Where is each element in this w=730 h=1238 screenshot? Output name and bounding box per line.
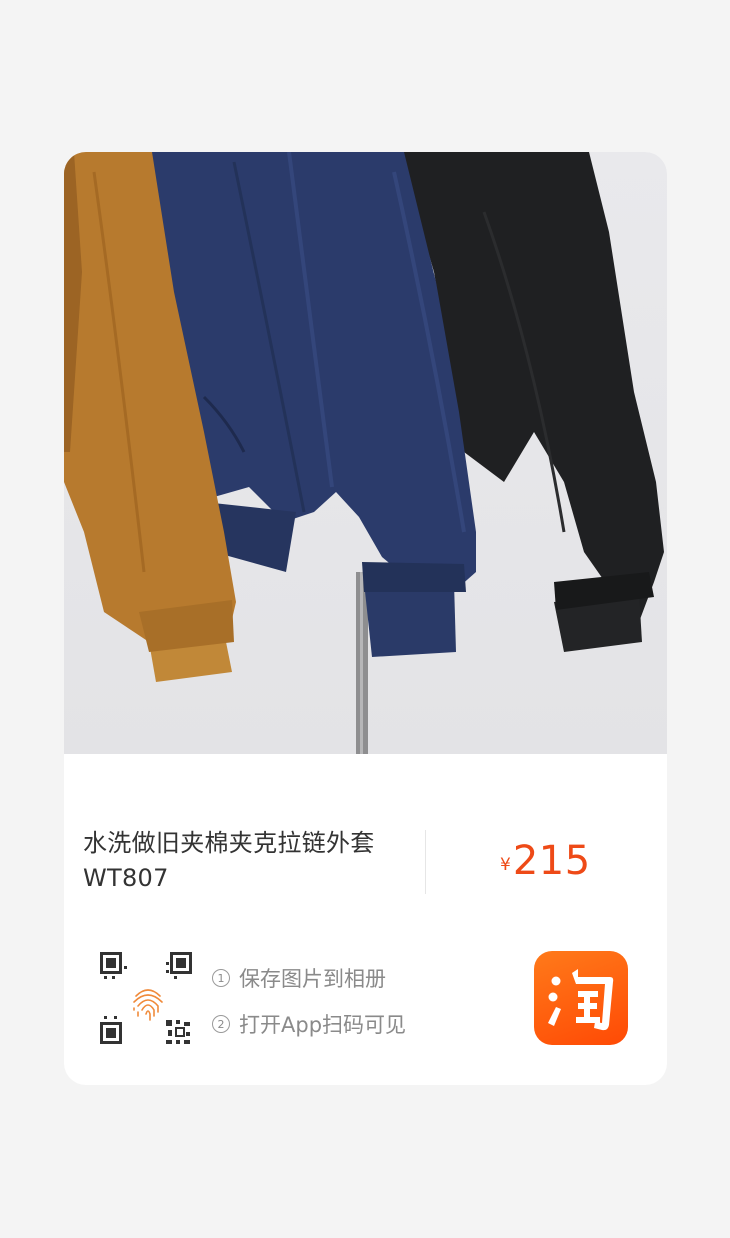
price-value: 215	[512, 838, 591, 884]
product-image[interactable]	[64, 152, 667, 754]
instructions: 1 保存图片到相册 2 打开App扫码可见	[212, 963, 406, 1055]
step-number: 2	[212, 1015, 230, 1033]
step-number: 1	[212, 969, 230, 987]
divider	[425, 830, 426, 894]
jackets-illustration	[64, 152, 664, 754]
share-card: 水洗做旧夹棉夹克拉链外套WT807 ¥215 1 保存图片到相册 2 打开App…	[64, 152, 667, 1085]
step-label: 保存图片到相册	[239, 967, 386, 991]
step-item: 2 打开App扫码可见	[212, 1009, 406, 1039]
step-item: 1 保存图片到相册	[212, 963, 406, 993]
step-label: 打开App扫码可见	[239, 1013, 407, 1037]
fingerprint-icon	[133, 989, 163, 1021]
product-info: 水洗做旧夹棉夹克拉链外套WT807 ¥215 1 保存图片到相册 2 打开App…	[64, 754, 667, 1085]
currency-symbol: ¥	[500, 855, 511, 875]
product-price: ¥215	[500, 838, 591, 884]
qr-code-icon[interactable]	[100, 952, 196, 1048]
taobao-logo-icon[interactable]	[534, 951, 628, 1045]
product-title: 水洗做旧夹棉夹克拉链外套WT807	[83, 829, 375, 892]
